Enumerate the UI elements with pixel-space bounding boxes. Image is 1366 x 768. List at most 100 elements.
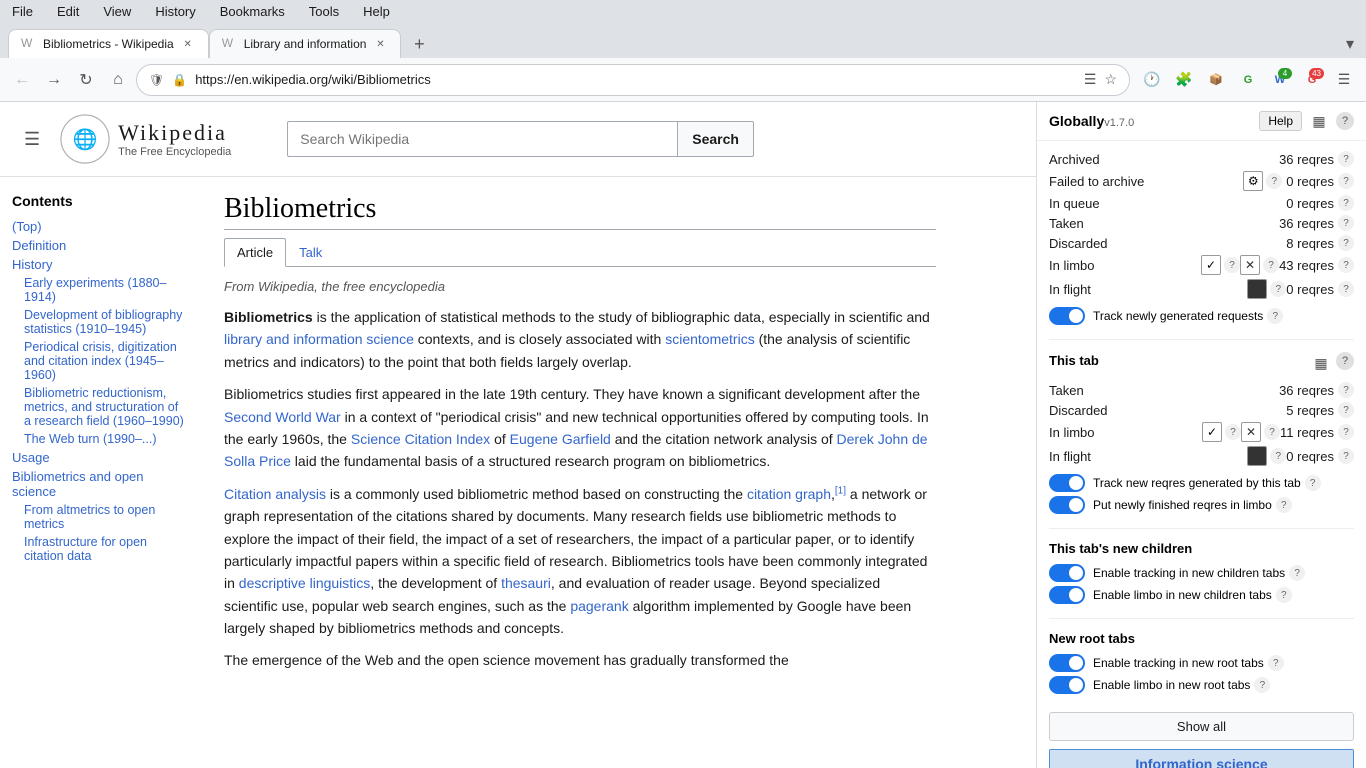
menu-tools[interactable]: Tools bbox=[305, 2, 343, 21]
link-citation-graph[interactable]: citation graph bbox=[747, 486, 831, 502]
back-button[interactable]: ← bbox=[8, 66, 36, 94]
children-tracking-toggle[interactable] bbox=[1049, 564, 1085, 582]
sidebar-item-history[interactable]: History bbox=[12, 255, 188, 274]
tab-close-2[interactable]: ✕ bbox=[372, 36, 388, 52]
this-tab-track-help[interactable]: ? bbox=[1305, 475, 1321, 491]
menu-edit[interactable]: Edit bbox=[53, 2, 83, 21]
this-tab-limbo-toggle-help[interactable]: ? bbox=[1276, 497, 1292, 513]
failed-gear-btn[interactable]: ⚙ bbox=[1243, 171, 1263, 191]
link-citation-analysis[interactable]: Citation analysis bbox=[224, 486, 326, 502]
bookmark-icon[interactable]: ☆ bbox=[1104, 71, 1117, 88]
root-limbo-toggle[interactable] bbox=[1049, 676, 1085, 694]
this-tab-discarded-help[interactable]: ? bbox=[1338, 402, 1354, 418]
sidebar-item-dev[interactable]: Development of bibliography statistics (… bbox=[12, 306, 188, 338]
sidebar-item-early[interactable]: Early experiments (1880–1914) bbox=[12, 274, 188, 306]
wiki-search-button[interactable]: Search bbox=[677, 121, 754, 157]
flight-square-btn[interactable] bbox=[1247, 279, 1267, 299]
this-tab-limbo-check[interactable]: ✓ bbox=[1202, 422, 1222, 442]
link-garfield[interactable]: Eugene Garfield bbox=[510, 431, 611, 447]
track-toggle[interactable] bbox=[1049, 307, 1085, 325]
tab-close-1[interactable]: ✕ bbox=[180, 36, 196, 52]
wiki-search-input[interactable] bbox=[287, 121, 677, 157]
new-tab-button[interactable]: + bbox=[405, 30, 433, 58]
this-tab-limbo-toggle[interactable] bbox=[1049, 496, 1085, 514]
reader-mode-icon[interactable]: ☰ bbox=[1084, 71, 1097, 88]
panel-help-button[interactable]: Help bbox=[1259, 111, 1302, 131]
link-desc-ling[interactable]: descriptive linguistics bbox=[239, 575, 371, 591]
limbo-check-btn[interactable]: ✓ bbox=[1201, 255, 1221, 275]
sidebar-item-open[interactable]: Bibliometrics and open science bbox=[12, 467, 188, 501]
history-icon[interactable]: 🕐 bbox=[1138, 66, 1166, 94]
flight-question[interactable]: ? bbox=[1270, 281, 1286, 297]
plugin-icon-green[interactable]: G bbox=[1234, 66, 1262, 94]
menu-file[interactable]: File bbox=[8, 2, 37, 21]
link-library-info[interactable]: library and information science bbox=[224, 331, 414, 347]
menu-bookmarks[interactable]: Bookmarks bbox=[216, 2, 289, 21]
plugin-icon-blue[interactable]: W 4 bbox=[1266, 66, 1294, 94]
track-help[interactable]: ? bbox=[1267, 308, 1283, 324]
menu-icon[interactable]: ☰ bbox=[1330, 66, 1358, 94]
sidebar-item-usage[interactable]: Usage bbox=[12, 448, 188, 467]
link-wwii[interactable]: Second World War bbox=[224, 409, 341, 425]
reload-button[interactable]: ↻ bbox=[72, 66, 100, 94]
flight-help[interactable]: ? bbox=[1338, 281, 1354, 297]
tab-library[interactable]: W Library and information ✕ bbox=[209, 29, 402, 58]
this-tab-help-icon[interactable]: ? bbox=[1336, 352, 1354, 370]
link-thesauri[interactable]: thesauri bbox=[501, 575, 551, 591]
this-tab-grid-icon[interactable]: ▦ bbox=[1310, 352, 1332, 374]
sidebar-item-infra[interactable]: Infrastructure for open citation data bbox=[12, 533, 188, 565]
discarded-help[interactable]: ? bbox=[1338, 235, 1354, 251]
failed-help[interactable]: ? bbox=[1338, 173, 1354, 189]
panel-grid-icon[interactable]: ▦ bbox=[1308, 110, 1330, 132]
wayback-icon[interactable]: 📦 bbox=[1202, 66, 1230, 94]
this-tab-limbo-help[interactable]: ? bbox=[1338, 424, 1354, 440]
root-limbo-help[interactable]: ? bbox=[1254, 677, 1270, 693]
sidebar-item-definition[interactable]: Definition bbox=[12, 236, 188, 255]
taken-help[interactable]: ? bbox=[1338, 215, 1354, 231]
this-tab-track-toggle[interactable] bbox=[1049, 474, 1085, 492]
this-tab-taken-help[interactable]: ? bbox=[1338, 382, 1354, 398]
tab-bibliometrics[interactable]: W Bibliometrics - Wikipedia ✕ bbox=[8, 29, 209, 58]
address-bar[interactable]: 🛡 🔒 https://en.wikipedia.org/wiki/Biblio… bbox=[136, 64, 1130, 96]
failed-question[interactable]: ? bbox=[1266, 173, 1282, 189]
root-tracking-toggle[interactable] bbox=[1049, 654, 1085, 672]
sidebar-item-altmetrics[interactable]: From altmetrics to open metrics bbox=[12, 501, 188, 533]
menu-help[interactable]: Help bbox=[359, 2, 394, 21]
this-tab-flight-square[interactable] bbox=[1247, 446, 1267, 466]
this-tab-flight-help[interactable]: ? bbox=[1338, 448, 1354, 464]
this-tab-flight-q[interactable]: ? bbox=[1270, 448, 1286, 464]
tab-overflow-button[interactable]: ▾ bbox=[1342, 30, 1358, 58]
sidebar-item-top[interactable]: (Top) bbox=[12, 217, 188, 236]
tab-talk[interactable]: Talk bbox=[286, 238, 335, 267]
children-limbo-help[interactable]: ? bbox=[1276, 587, 1292, 603]
footnote-1[interactable]: [1] bbox=[835, 485, 846, 496]
this-tab-limbo-q1[interactable]: ? bbox=[1225, 424, 1241, 440]
sidebar-item-biblio[interactable]: Bibliometric reductionism, metrics, and … bbox=[12, 384, 188, 430]
limbo-question-1[interactable]: ? bbox=[1224, 257, 1240, 273]
limbo-help[interactable]: ? bbox=[1338, 257, 1354, 273]
menu-history[interactable]: History bbox=[151, 2, 199, 21]
panel-question-icon[interactable]: ? bbox=[1336, 112, 1354, 130]
archived-help[interactable]: ? bbox=[1338, 151, 1354, 167]
link-scientometrics[interactable]: scientometrics bbox=[665, 331, 754, 347]
home-button[interactable]: ⌂ bbox=[104, 66, 132, 94]
this-tab-limbo-q2[interactable]: ? bbox=[1264, 424, 1280, 440]
link-pagerank[interactable]: pagerank bbox=[570, 598, 628, 614]
queue-help[interactable]: ? bbox=[1338, 195, 1354, 211]
menu-view[interactable]: View bbox=[99, 2, 135, 21]
limbo-x-btn[interactable]: ✕ bbox=[1240, 255, 1260, 275]
globally-icon[interactable]: G 43 bbox=[1298, 66, 1326, 94]
forward-button[interactable]: → bbox=[40, 66, 68, 94]
extensions-icon[interactable]: 🧩 bbox=[1170, 66, 1198, 94]
link-sci[interactable]: Science Citation Index bbox=[351, 431, 490, 447]
children-tracking-help[interactable]: ? bbox=[1289, 565, 1305, 581]
root-tracking-help[interactable]: ? bbox=[1268, 655, 1284, 671]
tab-article[interactable]: Article bbox=[224, 238, 286, 267]
children-limbo-toggle[interactable] bbox=[1049, 586, 1085, 604]
sidebar-item-web[interactable]: The Web turn (1990–...) bbox=[12, 430, 188, 448]
this-tab-limbo-x[interactable]: ✕ bbox=[1241, 422, 1261, 442]
sidebar-item-periodical[interactable]: Periodical crisis, digitization and cita… bbox=[12, 338, 188, 384]
wiki-hamburger[interactable]: ☰ bbox=[20, 125, 44, 154]
limbo-question-2[interactable]: ? bbox=[1263, 257, 1279, 273]
show-all-button[interactable]: Show all bbox=[1049, 712, 1354, 741]
